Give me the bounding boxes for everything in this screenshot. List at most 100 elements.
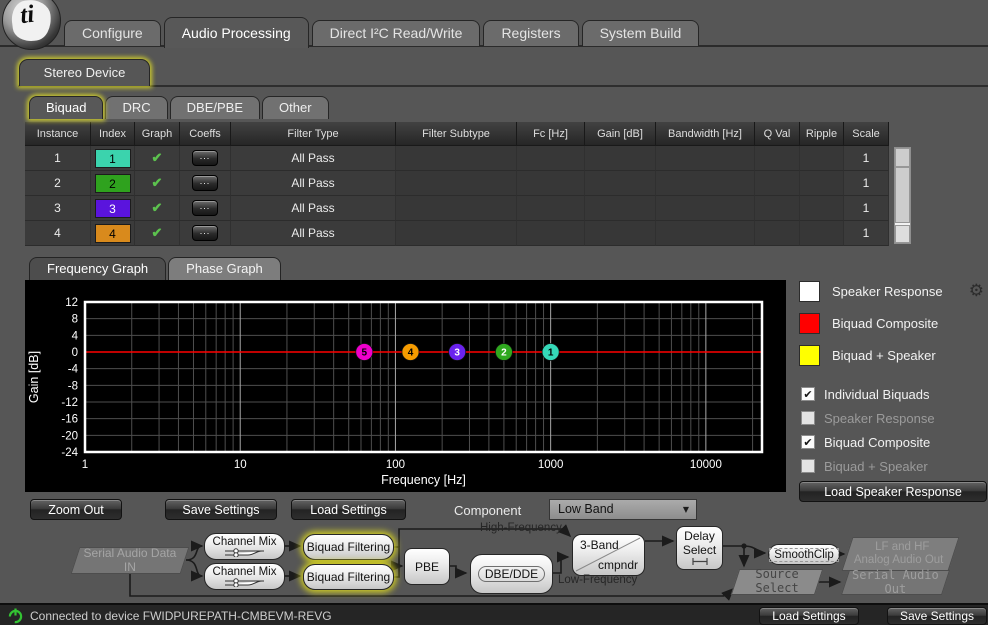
scrollbar-up-button[interactable] bbox=[895, 148, 910, 167]
flow-channel-mix-2[interactable]: Channel Mix bbox=[204, 563, 285, 590]
statusbar-save-settings-button[interactable]: Save Settings bbox=[887, 607, 987, 625]
flow-pbe[interactable]: PBE bbox=[404, 548, 450, 585]
table-scrollbar[interactable] bbox=[894, 147, 911, 244]
statusbar-load-settings-button[interactable]: Load Settings bbox=[759, 607, 859, 625]
cell-bandwidth[interactable] bbox=[656, 171, 755, 196]
checkbox-row-speaker-response[interactable]: Speaker Response bbox=[801, 406, 935, 430]
cell-ripple[interactable] bbox=[800, 196, 844, 221]
flow-smoothclip[interactable]: SmoothClip bbox=[768, 544, 840, 565]
gear-icon[interactable]: ⚙ bbox=[969, 281, 984, 302]
cell-scale[interactable]: 1 bbox=[844, 171, 889, 196]
cell-index[interactable]: 1 bbox=[91, 146, 135, 171]
cell-filter-type[interactable]: All Pass bbox=[231, 171, 396, 196]
cell-filter-subtype[interactable] bbox=[396, 171, 517, 196]
column-header-filter-subtype[interactable]: Filter Subtype bbox=[396, 122, 517, 146]
cell-q-val[interactable] bbox=[755, 146, 800, 171]
graph-check-icon[interactable]: ✔ bbox=[152, 175, 163, 191]
flow-dbe-dde[interactable]: DBE/DDE bbox=[470, 554, 553, 594]
component-dropdown[interactable]: Low Band ▼ bbox=[549, 499, 697, 520]
coeffs-button[interactable]: ... bbox=[192, 150, 218, 166]
cell-graph[interactable]: ✔ bbox=[135, 221, 180, 246]
cell-ripple[interactable] bbox=[800, 221, 844, 246]
cell-gain[interactable] bbox=[585, 221, 656, 246]
cell-graph[interactable]: ✔ bbox=[135, 196, 180, 221]
cell-filter-type[interactable]: All Pass bbox=[231, 196, 396, 221]
cell-index[interactable]: 3 bbox=[91, 196, 135, 221]
cell-filter-subtype[interactable] bbox=[396, 221, 517, 246]
column-header-q-val[interactable]: Q Val bbox=[755, 122, 800, 146]
save-settings-button[interactable]: Save Settings bbox=[165, 499, 277, 520]
column-header-scale[interactable]: Scale bbox=[844, 122, 889, 146]
cell-filter-subtype[interactable] bbox=[396, 146, 517, 171]
cell-fc[interactable] bbox=[517, 171, 585, 196]
cell-ripple[interactable] bbox=[800, 171, 844, 196]
cell-fc[interactable] bbox=[517, 146, 585, 171]
column-header-coeffs[interactable]: Coeffs bbox=[180, 122, 231, 146]
scrollbar-thumb[interactable] bbox=[895, 167, 910, 223]
cell-gain[interactable] bbox=[585, 146, 656, 171]
cell-bandwidth[interactable] bbox=[656, 221, 755, 246]
tab-stereo-device[interactable]: Stereo Device bbox=[19, 59, 150, 86]
cell-graph[interactable]: ✔ bbox=[135, 171, 180, 196]
checkbox-row-individual-biquads[interactable]: ✔ Individual Biquads bbox=[801, 382, 935, 406]
coeffs-button[interactable]: ... bbox=[192, 200, 218, 216]
cell-graph[interactable]: ✔ bbox=[135, 146, 180, 171]
sub-tab-dbe-pbe[interactable]: DBE/PBE bbox=[169, 96, 261, 119]
checkbox-biquad-speaker[interactable] bbox=[801, 459, 815, 473]
checkbox-row-biquad-speaker[interactable]: Biquad + Speaker bbox=[801, 454, 935, 478]
checkbox-row-biquad-composite[interactable]: ✔ Biquad Composite bbox=[801, 430, 935, 454]
cell-filter-type[interactable]: All Pass bbox=[231, 146, 396, 171]
flow-source-select[interactable]: Source Select bbox=[730, 567, 824, 595]
flow-biquad-filtering-2[interactable]: Biquad Filtering bbox=[303, 564, 394, 590]
checkbox-biquad-composite[interactable]: ✔ bbox=[801, 435, 815, 449]
cell-scale[interactable]: 1 bbox=[844, 221, 889, 246]
cell-bandwidth[interactable] bbox=[656, 146, 755, 171]
coeffs-button[interactable]: ... bbox=[192, 175, 218, 191]
column-header-gain-db[interactable]: Gain [dB] bbox=[585, 122, 656, 146]
cell-scale[interactable]: 1 bbox=[844, 196, 889, 221]
load-settings-button[interactable]: Load Settings bbox=[291, 499, 406, 520]
flow-3band-compander[interactable]: 3-Band cmpndr bbox=[572, 534, 645, 576]
cell-bandwidth[interactable] bbox=[656, 196, 755, 221]
main-tab-direct-i-c-read-write[interactable]: Direct I²C Read/Write bbox=[311, 20, 481, 46]
zoom-out-button[interactable]: Zoom Out bbox=[30, 499, 122, 520]
graph-check-icon[interactable]: ✔ bbox=[152, 150, 163, 166]
checkbox-individual-biquads[interactable]: ✔ bbox=[801, 387, 815, 401]
flow-delay-select[interactable]: Delay Select bbox=[676, 526, 723, 570]
flow-biquad-filtering-1[interactable]: Biquad Filtering bbox=[303, 534, 394, 560]
graph-tab-frequency-graph[interactable]: Frequency Graph bbox=[29, 257, 167, 280]
cell-gain[interactable] bbox=[585, 196, 656, 221]
cell-q-val[interactable] bbox=[755, 221, 800, 246]
checkbox-speaker-response[interactable] bbox=[801, 411, 815, 425]
column-header-fc-hz[interactable]: Fc [Hz] bbox=[517, 122, 585, 146]
cell-filter-type[interactable]: All Pass bbox=[231, 221, 396, 246]
cell-gain[interactable] bbox=[585, 171, 656, 196]
flow-channel-mix-1[interactable]: Channel Mix bbox=[204, 533, 285, 560]
column-header-bandwidth-hz[interactable]: Bandwidth [Hz] bbox=[656, 122, 755, 146]
frequency-graph-canvas[interactable]: 12840-4-8-12-16-20-241 10 100 1000 10000Freq… bbox=[25, 280, 786, 492]
cell-scale[interactable]: 1 bbox=[844, 146, 889, 171]
cell-index[interactable]: 4 bbox=[91, 221, 135, 246]
column-header-index[interactable]: Index bbox=[91, 122, 135, 146]
main-tab-configure[interactable]: Configure bbox=[64, 20, 161, 46]
main-tab-system-build[interactable]: System Build bbox=[581, 20, 700, 46]
load-speaker-response-button[interactable]: Load Speaker Response bbox=[799, 481, 987, 502]
sub-tab-other[interactable]: Other bbox=[262, 96, 329, 119]
cell-filter-subtype[interactable] bbox=[396, 196, 517, 221]
cell-fc[interactable] bbox=[517, 221, 585, 246]
cell-q-val[interactable] bbox=[755, 196, 800, 221]
sub-tab-biquad[interactable]: Biquad bbox=[29, 96, 104, 119]
cell-q-val[interactable] bbox=[755, 171, 800, 196]
graph-check-icon[interactable]: ✔ bbox=[152, 225, 163, 241]
column-header-ripple[interactable]: Ripple bbox=[800, 122, 844, 146]
sub-tab-drc[interactable]: DRC bbox=[105, 96, 168, 119]
main-tab-registers[interactable]: Registers bbox=[483, 20, 579, 46]
column-header-graph[interactable]: Graph bbox=[135, 122, 180, 146]
cell-fc[interactable] bbox=[517, 196, 585, 221]
scrollbar-down-button[interactable] bbox=[895, 225, 910, 243]
graph-check-icon[interactable]: ✔ bbox=[152, 200, 163, 216]
cell-index[interactable]: 2 bbox=[91, 171, 135, 196]
coeffs-button[interactable]: ... bbox=[192, 225, 218, 241]
column-header-instance[interactable]: Instance bbox=[25, 122, 91, 146]
graph-tab-phase-graph[interactable]: Phase Graph bbox=[168, 257, 281, 280]
